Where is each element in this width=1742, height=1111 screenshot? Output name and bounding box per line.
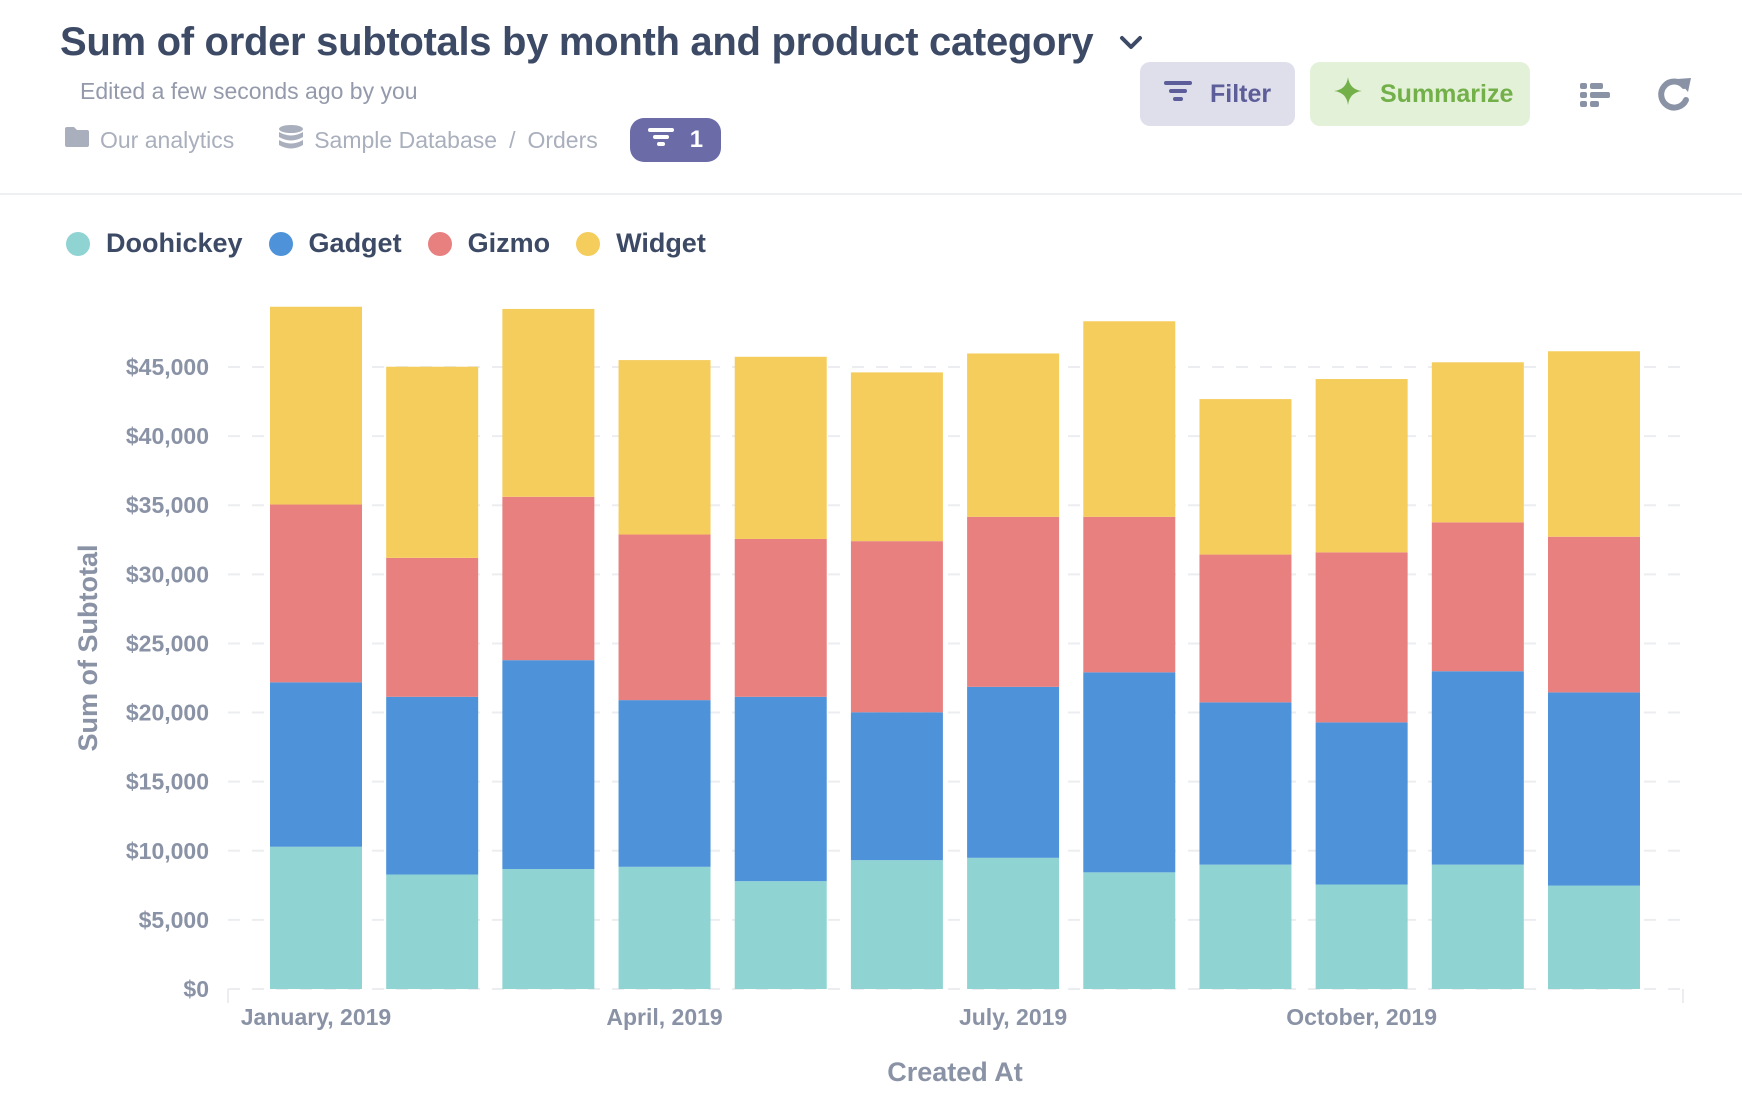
bar-segment-doohickey[interactable]: [1548, 885, 1640, 989]
bar-stack[interactable]: [502, 308, 595, 989]
y-tick-label: $45,000: [126, 354, 209, 380]
bar-segment-doohickey[interactable]: [1199, 864, 1292, 989]
y-axis-title: Sum of Subtotal: [73, 545, 103, 752]
bar-segment-gadget[interactable]: [270, 682, 362, 847]
bar-segment-gadget[interactable]: [734, 696, 827, 882]
bar-segment-widget[interactable]: [502, 308, 595, 497]
x-tick-label: July, 2019: [959, 1004, 1067, 1030]
bar-segment-gadget[interactable]: [618, 700, 711, 867]
bar-segment-widget[interactable]: [618, 360, 711, 535]
y-tick-label: $30,000: [126, 561, 209, 587]
bar-segment-doohickey[interactable]: [1083, 872, 1176, 989]
bar-segment-gizmo[interactable]: [1431, 522, 1524, 672]
y-tick-label: $5,000: [139, 907, 209, 933]
bar-segment-widget[interactable]: [386, 366, 479, 558]
bar-stack[interactable]: [850, 372, 943, 989]
bar-segment-widget[interactable]: [967, 353, 1060, 517]
bar-segment-widget[interactable]: [1431, 362, 1524, 523]
bar-stack[interactable]: [386, 366, 479, 989]
bar-segment-gadget[interactable]: [850, 712, 943, 861]
bar-segment-widget[interactable]: [1199, 399, 1292, 555]
y-tick-label: $40,000: [126, 423, 209, 449]
bar-segment-widget[interactable]: [734, 356, 827, 539]
x-tick-label: April, 2019: [606, 1004, 722, 1030]
bar-segment-gizmo[interactable]: [1315, 552, 1408, 723]
bar-segment-gizmo[interactable]: [270, 504, 362, 683]
bar-segment-gizmo[interactable]: [967, 516, 1060, 687]
bar-segment-doohickey[interactable]: [967, 857, 1060, 989]
bar-segment-doohickey[interactable]: [1315, 884, 1408, 989]
bar-segment-doohickey[interactable]: [1431, 864, 1524, 989]
bar-segment-gizmo[interactable]: [386, 557, 479, 697]
bar-stack[interactable]: [270, 306, 362, 989]
bar-segment-gadget[interactable]: [386, 696, 479, 875]
bar-segment-gizmo[interactable]: [734, 538, 827, 697]
bar-segment-widget[interactable]: [1083, 321, 1176, 517]
bar-stack[interactable]: [1199, 399, 1292, 989]
x-axis-title: Created At: [887, 1057, 1023, 1087]
bar-segment-doohickey[interactable]: [270, 846, 362, 989]
bar-segment-widget[interactable]: [270, 306, 362, 505]
bars: [270, 306, 1640, 989]
x-tick-label: October, 2019: [1286, 1004, 1437, 1030]
x-axis: January, 2019 April, 2019 July, 2019 Octobe…: [227, 989, 1684, 1030]
bar-stack[interactable]: [1315, 379, 1408, 989]
bar-stack[interactable]: [1083, 321, 1176, 989]
x-tick-label: January, 2019: [241, 1004, 391, 1030]
bar-segment-gizmo[interactable]: [1548, 536, 1640, 693]
bar-segment-gadget[interactable]: [1548, 692, 1640, 886]
y-tick-label: $35,000: [126, 492, 209, 518]
bar-stack[interactable]: [967, 353, 1060, 989]
y-tick-label: $15,000: [126, 769, 209, 795]
bar-stack[interactable]: [1548, 351, 1640, 989]
bar-segment-gizmo[interactable]: [1083, 516, 1176, 673]
stacked-bar-chart: $0 $5,000 $10,000 $15,000 $20,000 $25,000 $30,…: [73, 306, 1684, 1087]
bar-stack[interactable]: [1431, 362, 1524, 989]
bar-segment-gizmo[interactable]: [1199, 554, 1292, 703]
y-tick-label: $25,000: [126, 630, 209, 656]
y-tick-label: $0: [183, 976, 209, 1002]
bar-segment-widget[interactable]: [850, 372, 943, 542]
bar-segment-gadget[interactable]: [502, 660, 595, 870]
bar-segment-doohickey[interactable]: [502, 869, 595, 989]
bar-stack[interactable]: [734, 356, 827, 989]
bar-segment-gizmo[interactable]: [502, 496, 595, 661]
bar-segment-gadget[interactable]: [1431, 671, 1524, 865]
bar-segment-gizmo[interactable]: [850, 541, 943, 713]
bar-segment-gadget[interactable]: [1083, 672, 1176, 873]
bar-segment-widget[interactable]: [1315, 379, 1408, 553]
bar-segment-doohickey[interactable]: [618, 866, 711, 989]
y-tick-label: $10,000: [126, 838, 209, 864]
bar-segment-gadget[interactable]: [1199, 702, 1292, 865]
y-axis-ticks: $0 $5,000 $10,000 $15,000 $20,000 $25,000 $30,…: [126, 354, 209, 1002]
bar-segment-doohickey[interactable]: [386, 874, 479, 989]
y-tick-label: $20,000: [126, 700, 209, 726]
bar-segment-gadget[interactable]: [1315, 722, 1408, 885]
bar-segment-widget[interactable]: [1548, 351, 1640, 537]
bar-stack[interactable]: [618, 360, 711, 989]
bar-segment-gizmo[interactable]: [618, 534, 711, 701]
bar-segment-doohickey[interactable]: [850, 860, 943, 989]
bar-segment-doohickey[interactable]: [734, 881, 827, 989]
bar-segment-gadget[interactable]: [967, 686, 1060, 858]
